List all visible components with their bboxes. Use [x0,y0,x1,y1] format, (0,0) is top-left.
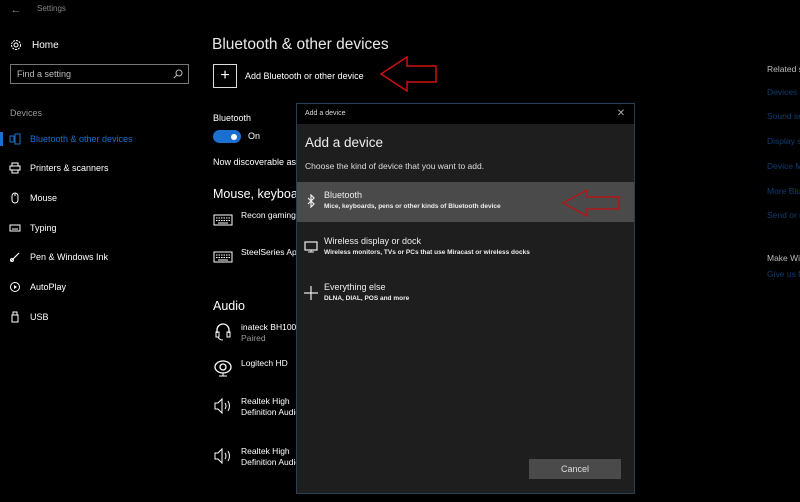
printer-icon [9,162,21,174]
device-item[interactable]: Recon gaming [213,210,298,230]
bluetooth-devices-icon [9,133,21,145]
sidebar-item-usb[interactable]: USB [0,307,200,327]
sidebar-item-label: Typing [30,223,57,233]
device-item[interactable]: Logitech HD [213,358,298,378]
sidebar-home[interactable]: Home [10,36,59,54]
device-name: SteelSeries Apex [241,247,298,257]
option-everything-else[interactable]: Everything else DLNA, DIAL, POS and more [297,274,634,314]
related-settings-title: Related settings [767,64,800,74]
option-title: Wireless display or dock [324,236,422,246]
sidebar-item-printers[interactable]: Printers & scanners [0,158,200,178]
option-title: Everything else [324,282,386,292]
sidebar-item-typing[interactable]: Typing [0,218,200,238]
search-input[interactable] [17,67,167,81]
related-link-device-manager[interactable]: Device Manager [767,161,800,171]
sidebar-item-label: USB [30,312,49,322]
search-icon[interactable] [172,68,184,80]
headset-icon [213,322,233,342]
cancel-button[interactable]: Cancel [529,459,621,479]
sidebar-item-autoplay[interactable]: AutoPlay [0,277,200,297]
feedback-link[interactable]: Give us feedback [767,269,800,279]
annotation-arrow-icon [561,188,620,218]
bluetooth-toggle[interactable] [213,130,241,143]
group-heading-audio: Audio [213,299,245,313]
related-link-sound[interactable]: Sound settings [767,111,800,121]
plus-icon [304,286,318,300]
related-link-send-receive[interactable]: Send or receive files via Bluetooth [767,210,800,220]
related-link-more-bluetooth[interactable]: More Bluetooth options [767,186,800,196]
dialog-window-title: Add a device [305,110,346,117]
bluetooth-label: Bluetooth [213,113,252,123]
device-name: Recon gaming [241,210,296,220]
device-item[interactable]: Realtek High Definition Audio [213,396,298,418]
monitor-icon [304,240,318,254]
dialog-subtitle: Choose the kind of device that you want … [305,161,485,171]
keyboard-icon [9,222,21,234]
sidebar-item-bluetooth[interactable]: Bluetooth & other devices [0,129,200,149]
keyboard-icon [213,247,233,267]
home-label: Home [32,39,59,51]
discoverable-text: Now discoverable as [213,157,297,167]
option-description: DLNA, DIAL, POS and more [324,295,410,302]
feedback-title: Make Windows better [767,253,800,263]
sidebar-item-mouse[interactable]: Mouse [0,188,200,208]
search-box[interactable] [10,64,189,84]
dialog-title-bar: Add a device ✕ [297,104,634,124]
option-title: Bluetooth [324,190,363,200]
group-heading-mouse-keyboard: Mouse, keyboard, & pen [213,187,298,201]
device-name: Logitech HD [241,358,288,368]
sidebar-section-devices: Devices [10,108,43,118]
device-item[interactable]: Realtek High Definition Audio [213,446,298,468]
speaker-icon [213,446,233,466]
device-name: Realtek High [241,446,290,456]
sidebar-item-label: Printers & scanners [30,163,109,173]
sidebar-item-label: Mouse [30,193,58,203]
sidebar-item-pen[interactable]: Pen & Windows Ink [0,247,200,267]
related-link-display[interactable]: Display settings [767,136,800,146]
pen-icon [9,251,21,263]
device-name: Realtek High [241,396,290,406]
speaker-icon [213,396,233,416]
dialog-heading: Add a device [305,135,384,150]
close-icon: ✕ [616,108,626,119]
plus-icon: + [213,64,237,88]
option-description: Wireless monitors, TVs or PCs that use M… [324,249,530,256]
option-description: Mice, keyboards, pens or other kinds of … [324,203,501,210]
webcam-icon [213,358,233,378]
gear-icon [11,40,21,50]
add-device-label: Add Bluetooth or other device [245,71,364,81]
device-status: Paired [241,333,266,343]
app-title: Settings [37,4,66,13]
usb-icon [9,311,21,323]
sidebar-item-label: Pen & Windows Ink [30,252,109,262]
sidebar-item-label: Bluetooth & other devices [30,134,133,144]
related-link-devices-printers[interactable]: Devices and printers [767,87,800,97]
device-name: inateck BH1001 [241,322,298,332]
device-name-line2: Definition Audio [241,457,298,467]
device-name-line2: Definition Audio [241,407,298,417]
add-device-dialog: Add a device ✕ Add a device Choose the k… [296,103,635,494]
bluetooth-toggle-state: On [248,131,261,141]
dialog-close-button[interactable]: ✕ [614,107,628,121]
device-item[interactable]: SteelSeries Apex [213,247,298,267]
option-wireless-display[interactable]: Wireless display or dock Wireless monito… [297,228,634,268]
arrow-left-icon: ← [10,4,22,16]
keyboard-icon [213,210,233,230]
sidebar-item-label: AutoPlay [30,282,67,292]
autoplay-icon [9,281,21,293]
back-button[interactable]: ← [8,2,24,18]
mouse-icon [9,192,21,204]
bluetooth-icon [304,194,318,208]
device-item[interactable]: inateck BH1001 Paired [213,322,298,344]
add-device-button[interactable]: + Add Bluetooth or other device [213,64,364,88]
page-title: Bluetooth & other devices [212,36,389,53]
title-bar: ← Settings [0,0,800,20]
annotation-arrow-icon [379,55,437,93]
